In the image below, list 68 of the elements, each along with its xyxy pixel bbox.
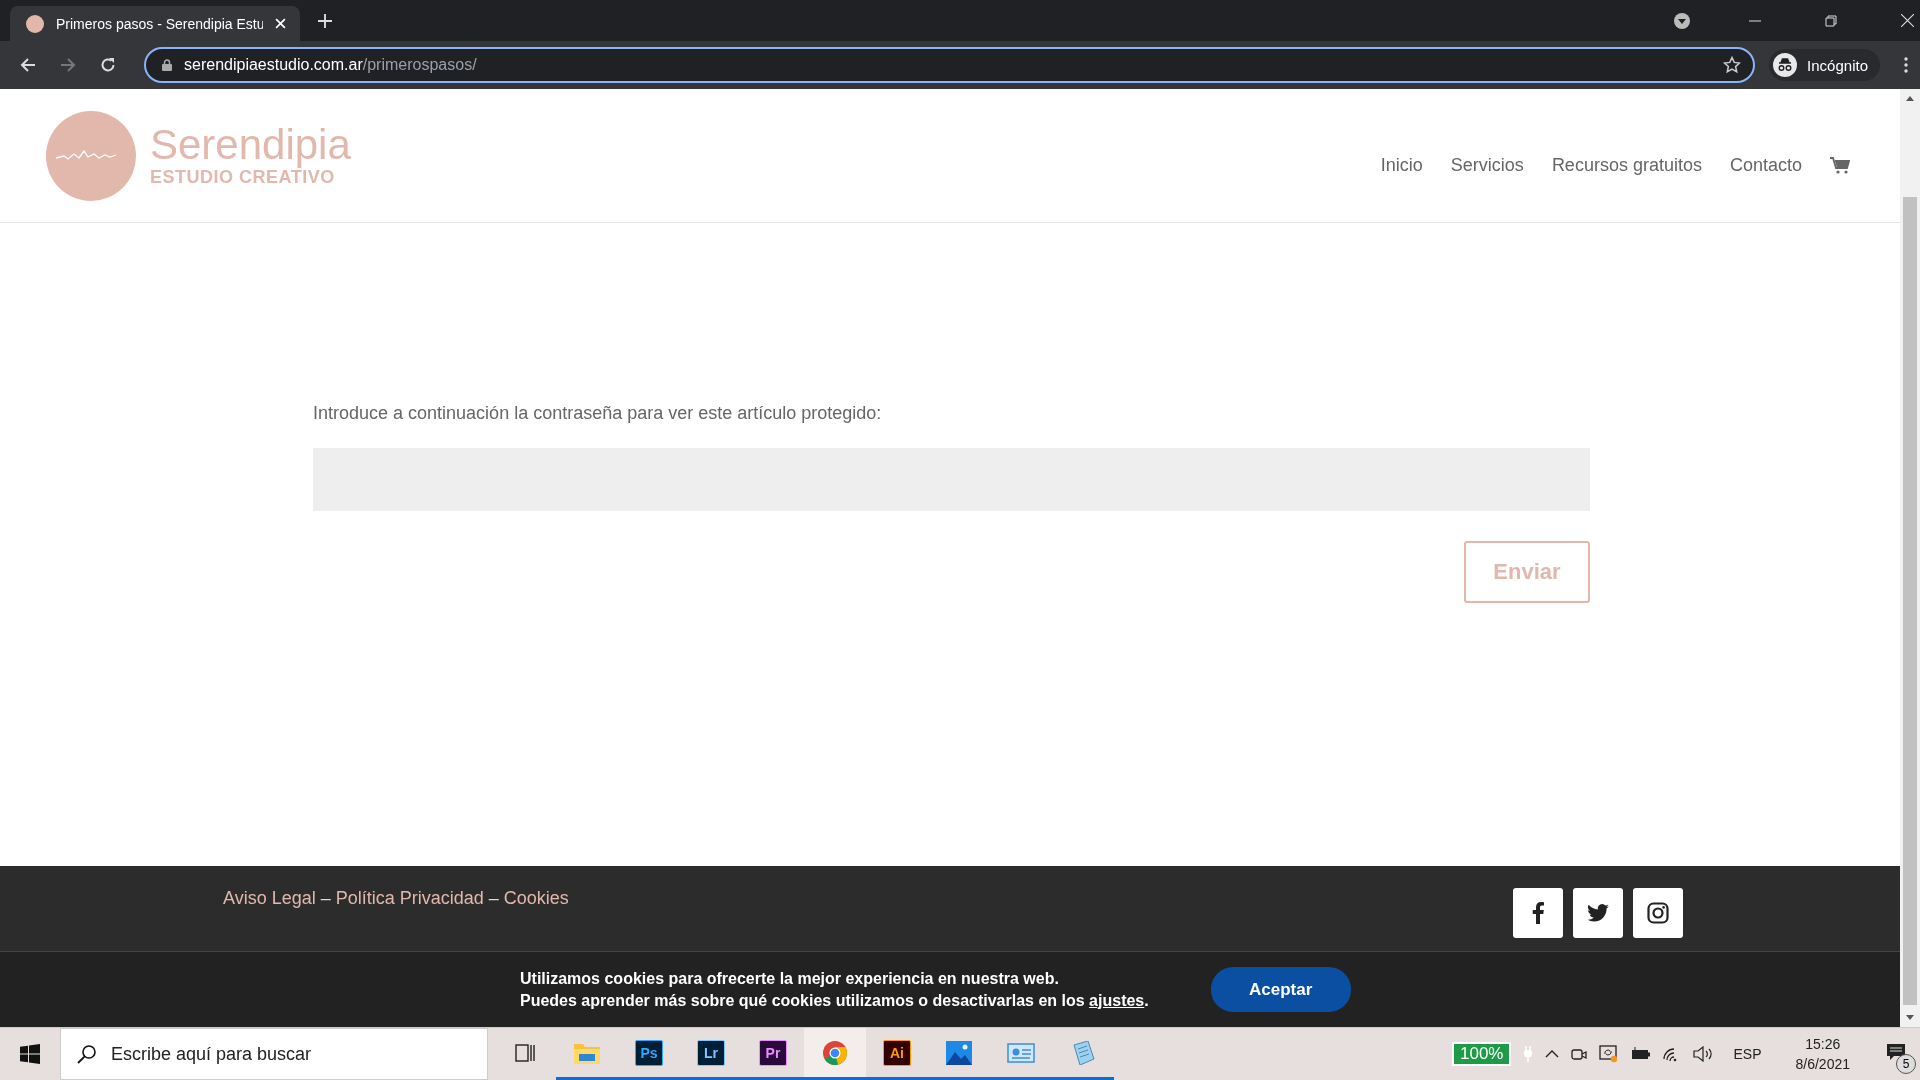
cookie-notice-text: Utilizamos cookies para ofrecerte la mejor experiencia en nuestra web. Puedes aprender más sobre qué cookies utilizamos o desactivarlas en los ajustes.	[520, 968, 1149, 1011]
language-indicator[interactable]: ESP	[1733, 1046, 1762, 1062]
nav-link[interactable]: Servicios	[1450, 155, 1524, 176]
menu-icon[interactable]	[1904, 57, 1908, 73]
footer-separator: –	[488, 888, 499, 909]
taskbar-app-button[interactable]: Lr	[680, 1028, 742, 1080]
cart-icon[interactable]	[1830, 156, 1850, 175]
forward-icon[interactable]	[60, 57, 76, 73]
camera-icon[interactable]	[1571, 1046, 1588, 1062]
app-logo-icon: Ai	[883, 1039, 911, 1066]
scroll-down-icon[interactable]	[1906, 1015, 1914, 1021]
notification-count-badge: 5	[1896, 1054, 1916, 1074]
instagram-link-icon[interactable]	[1633, 887, 1683, 938]
tab-search-icon[interactable]	[1673, 11, 1691, 30]
landscape-picture-icon	[946, 1040, 972, 1065]
nav-link[interactable]: Inicio	[1380, 155, 1423, 176]
scrollbar[interactable]	[1900, 89, 1920, 1027]
browser-tab[interactable]: Primeros pasos - Serendipia Estu	[10, 6, 300, 41]
close-tab-icon[interactable]	[275, 18, 286, 29]
footer-separator: –	[320, 888, 331, 909]
windows-logo-icon	[20, 1044, 40, 1064]
cookie-settings-link[interactable]: ajustes	[1089, 991, 1145, 1009]
nav-link[interactable]: Recursos gratuitos	[1551, 155, 1702, 176]
power-plug-icon	[1523, 1046, 1534, 1062]
scroll-up-icon[interactable]	[1906, 95, 1914, 101]
footer-link[interactable]: Aviso Legal	[223, 888, 316, 909]
taskbar-app-button[interactable]	[804, 1028, 866, 1080]
facebook-link-icon[interactable]	[1513, 887, 1563, 938]
bookmark-star-icon[interactable]	[1723, 56, 1742, 74]
lock-icon	[162, 59, 172, 71]
taskbar-app-button[interactable]: Ps	[618, 1028, 680, 1080]
footer-link[interactable]: Política Privacidad	[335, 888, 484, 909]
app-logo-icon: Ps	[635, 1039, 663, 1066]
search-icon	[77, 1044, 97, 1064]
scrollbar-thumb[interactable]	[1903, 197, 1917, 1005]
restore-icon[interactable]	[1825, 14, 1837, 27]
sync-icon[interactable]	[1599, 1045, 1620, 1063]
notepad-icon	[1070, 1040, 1096, 1065]
address-bar[interactable]: serendipiaestudio.com.ar/primerospasos/	[144, 47, 1756, 83]
site-favicon-icon	[26, 14, 44, 33]
tab-title: Primeros pasos - Serendipia Estu	[56, 15, 263, 32]
twitter-link-icon[interactable]	[1573, 887, 1623, 938]
reload-icon[interactable]	[100, 57, 116, 73]
logo-tagline: ESTUDIO CREATIVO	[150, 167, 335, 189]
task-view-icon	[515, 1043, 535, 1062]
password-prompt-text: Introduce a continuación la contraseña para ver este artículo protegido:	[313, 403, 883, 424]
accept-cookies-button[interactable]: Aceptar	[1210, 967, 1351, 1012]
app-logo-icon: Lr	[697, 1039, 725, 1066]
contact-card-icon	[1007, 1041, 1035, 1064]
speaker-icon[interactable]	[1693, 1046, 1714, 1062]
url-text: serendipiaestudio.com.ar/primerospasos/	[184, 56, 478, 74]
new-tab-icon[interactable]	[318, 13, 332, 28]
close-icon[interactable]	[1901, 14, 1914, 27]
app-logo-icon: Pr	[759, 1039, 787, 1066]
incognito-icon	[1773, 53, 1798, 77]
clock-time[interactable]: 15:26	[1805, 1036, 1841, 1052]
taskbar-search-field[interactable]: Escribe aquí para buscar	[60, 1028, 488, 1080]
battery-icon[interactable]	[1631, 1047, 1652, 1061]
incognito-profile-button[interactable]: Incógnito	[1769, 49, 1880, 81]
chevron-up-icon[interactable]	[1545, 1050, 1560, 1058]
browser-logo-icon	[822, 1039, 848, 1066]
taskbar-app-button[interactable]: Ai	[866, 1028, 928, 1080]
back-icon[interactable]	[20, 57, 36, 73]
folder-icon	[574, 1041, 600, 1064]
footer-link[interactable]: Cookies	[503, 888, 569, 909]
clock-date[interactable]: 8/6/2021	[1795, 1056, 1850, 1072]
battery-percent-label[interactable]: 100%	[1452, 1042, 1512, 1066]
nav-link[interactable]: Contacto	[1729, 155, 1802, 176]
